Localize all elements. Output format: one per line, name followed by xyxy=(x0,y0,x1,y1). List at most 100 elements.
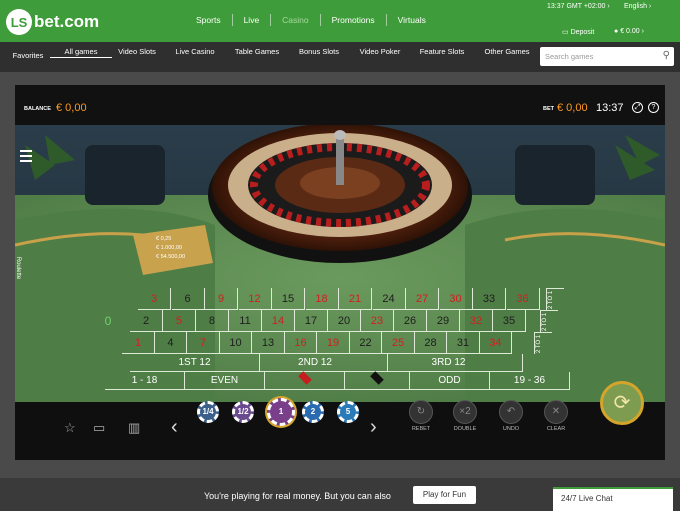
fullscreen-icon[interactable]: ⤢ xyxy=(632,102,643,113)
chevron-right-icon[interactable]: › xyxy=(370,416,377,439)
bet-number-21[interactable]: 21 xyxy=(339,288,372,310)
help-icon[interactable]: ? xyxy=(648,102,659,113)
chip-4[interactable]: 2 xyxy=(302,401,324,423)
bet-number-12[interactable]: 12 xyxy=(238,288,272,310)
bet-column-2[interactable]: 2 TO 1 xyxy=(540,310,558,332)
search-icon[interactable]: ⚲ xyxy=(663,50,670,61)
deposit-link[interactable]: ▭ Deposit xyxy=(562,28,594,36)
cat-other-games[interactable]: Other Games xyxy=(476,47,538,57)
bet-low[interactable]: 1 - 18 xyxy=(105,372,185,390)
game-time: 13:37 xyxy=(596,102,624,114)
bet-zero[interactable]: 0 xyxy=(99,312,117,330)
bet-high[interactable]: 19 - 36 xyxy=(490,372,570,390)
nav-live[interactable]: Live xyxy=(233,14,272,26)
bet-number-18[interactable]: 18 xyxy=(305,288,339,310)
bet-black[interactable] xyxy=(345,371,410,390)
bet-number-35[interactable]: 35 xyxy=(492,310,526,332)
bet-number-13[interactable]: 13 xyxy=(251,332,285,354)
red-diamond-icon xyxy=(297,371,312,385)
bet-number-15[interactable]: 15 xyxy=(272,288,305,310)
black-diamond-icon xyxy=(370,371,384,385)
bet-number-11[interactable]: 11 xyxy=(228,310,262,332)
chip-3[interactable]: 1 xyxy=(267,398,295,426)
clear-button[interactable]: ✕ xyxy=(544,400,568,424)
chevron-left-icon[interactable]: ‹ xyxy=(171,416,178,439)
bet-number-30[interactable]: 30 xyxy=(439,288,473,310)
bet-number-31[interactable]: 31 xyxy=(446,332,480,354)
bet-number-6[interactable]: 6 xyxy=(171,288,205,310)
undo-label: UNDO xyxy=(502,426,520,432)
bet-number-29[interactable]: 29 xyxy=(426,310,460,332)
chip-1[interactable]: 1/4 xyxy=(197,401,219,423)
bet-number-20[interactable]: 20 xyxy=(327,310,361,332)
search-input[interactable]: Search games ⚲ xyxy=(540,47,674,66)
bet-number-27[interactable]: 27 xyxy=(406,288,439,310)
language-selector[interactable]: English › xyxy=(624,3,651,10)
nav-casino[interactable]: Casino xyxy=(271,14,321,26)
cat-all-games[interactable]: All games xyxy=(50,47,112,58)
clock[interactable]: 13:37 GMT +02:00 › xyxy=(547,3,610,10)
bet-red[interactable] xyxy=(265,371,345,390)
statistics-icon[interactable]: ▥ xyxy=(128,420,140,436)
chip-5[interactable]: 5 xyxy=(337,401,359,423)
play-for-fun-button[interactable]: Play for Fun xyxy=(413,486,476,504)
bet-number-32[interactable]: 32 xyxy=(459,310,493,332)
bet-odd[interactable]: ODD xyxy=(410,372,490,390)
bet-number-26[interactable]: 26 xyxy=(393,310,427,332)
favorite-icon[interactable]: ☆ xyxy=(64,420,76,436)
bet-column-3[interactable]: 2 TO 1 xyxy=(534,332,552,354)
cat-video-poker[interactable]: Video Poker xyxy=(349,47,411,57)
spin-button[interactable]: ⟳ xyxy=(600,381,644,425)
bet-number-19[interactable]: 19 xyxy=(316,332,350,354)
logo-mark: LS xyxy=(6,9,32,35)
bet-number-24[interactable]: 24 xyxy=(372,288,406,310)
rebet-label: REBET xyxy=(411,426,431,432)
roulette-scene: Roulette € 0,25 € 1.000,00 € 54.500,00 0… xyxy=(15,125,665,402)
bet-number-25[interactable]: 25 xyxy=(381,332,415,354)
account-balance[interactable]: ● € 0.00 › xyxy=(614,28,644,35)
nav-promotions[interactable]: Promotions xyxy=(321,14,387,26)
bet-number-17[interactable]: 17 xyxy=(294,310,328,332)
deposit-label: Deposit xyxy=(570,29,595,36)
bet-number-33[interactable]: 33 xyxy=(473,288,506,310)
bet-number-22[interactable]: 22 xyxy=(349,332,383,354)
bet-number-23[interactable]: 23 xyxy=(360,310,394,332)
bet-number-36[interactable]: 36 xyxy=(506,288,540,310)
chip-2[interactable]: 1/2 xyxy=(232,401,254,423)
bet-number-9[interactable]: 9 xyxy=(205,288,238,310)
bet-number-1[interactable]: 1 xyxy=(122,332,155,354)
live-chat-button[interactable]: 24/7 Live Chat xyxy=(553,487,673,511)
bet-number-4[interactable]: 4 xyxy=(154,332,188,354)
bet-number-14[interactable]: 14 xyxy=(261,310,295,332)
balance-bar: BALANCE € 0,00 BET € 0,00 13:37 ⤢ ? xyxy=(15,99,665,119)
bet-number-10[interactable]: 10 xyxy=(219,332,253,354)
nav-virtuals[interactable]: Virtuals xyxy=(387,14,437,26)
logo[interactable]: LS bet.com xyxy=(6,9,99,35)
rebet-button[interactable]: ↻ xyxy=(409,400,433,424)
bet-dozen-2[interactable]: 2ND 12 xyxy=(243,354,388,372)
nav-sports[interactable]: Sports xyxy=(185,14,233,26)
cat-video-slots[interactable]: Video Slots xyxy=(106,47,168,57)
cat-live-casino[interactable]: Live Casino xyxy=(164,47,226,57)
double-label: DOUBLE xyxy=(453,426,477,432)
undo-button[interactable]: ↶ xyxy=(499,400,523,424)
wallet-icon: ▭ xyxy=(562,29,571,36)
bet-dozen-3[interactable]: 3RD 12 xyxy=(375,354,523,372)
bet-number-34[interactable]: 34 xyxy=(479,332,513,354)
cat-feature-slots[interactable]: Feature Slots xyxy=(411,47,473,57)
main-nav: Sports Live Casino Promotions Virtuals xyxy=(185,14,437,26)
cat-table-games[interactable]: Table Games xyxy=(226,47,288,57)
bet-number-5[interactable]: 5 xyxy=(162,310,196,332)
bet-number-3[interactable]: 3 xyxy=(138,288,171,310)
chip-stack-icon[interactable]: ▭ xyxy=(93,420,105,436)
bet-number-28[interactable]: 28 xyxy=(414,332,448,354)
bet-number-16[interactable]: 16 xyxy=(284,332,318,354)
bet-number-7[interactable]: 7 xyxy=(186,332,220,354)
double-button[interactable]: ×2 xyxy=(453,400,477,424)
bet-column-1[interactable]: 2 TO 1 xyxy=(546,288,564,310)
bet-number-2[interactable]: 2 xyxy=(130,310,163,332)
bet-number-8[interactable]: 8 xyxy=(195,310,229,332)
bet-even[interactable]: EVEN xyxy=(185,372,265,390)
cat-bonus-slots[interactable]: Bonus Slots xyxy=(288,47,350,57)
bet-dozen-1[interactable]: 1ST 12 xyxy=(130,354,260,372)
